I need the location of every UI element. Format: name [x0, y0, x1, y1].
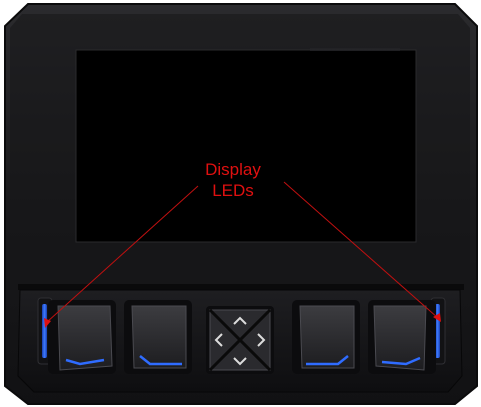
display-leds-label: Display LEDs: [178, 159, 288, 201]
display-screen: [75, 49, 417, 243]
soft-key-2[interactable]: [124, 300, 192, 374]
label-line-1: Display: [205, 160, 261, 179]
device-illustration: [4, 3, 478, 405]
device-panel: Display LEDs: [0, 0, 481, 407]
label-line-2: LEDs: [212, 181, 254, 200]
soft-key-1[interactable]: [48, 300, 116, 374]
soft-key-3[interactable]: [292, 300, 360, 374]
dpad[interactable]: [206, 306, 274, 374]
soft-key-4[interactable]: [368, 300, 436, 374]
